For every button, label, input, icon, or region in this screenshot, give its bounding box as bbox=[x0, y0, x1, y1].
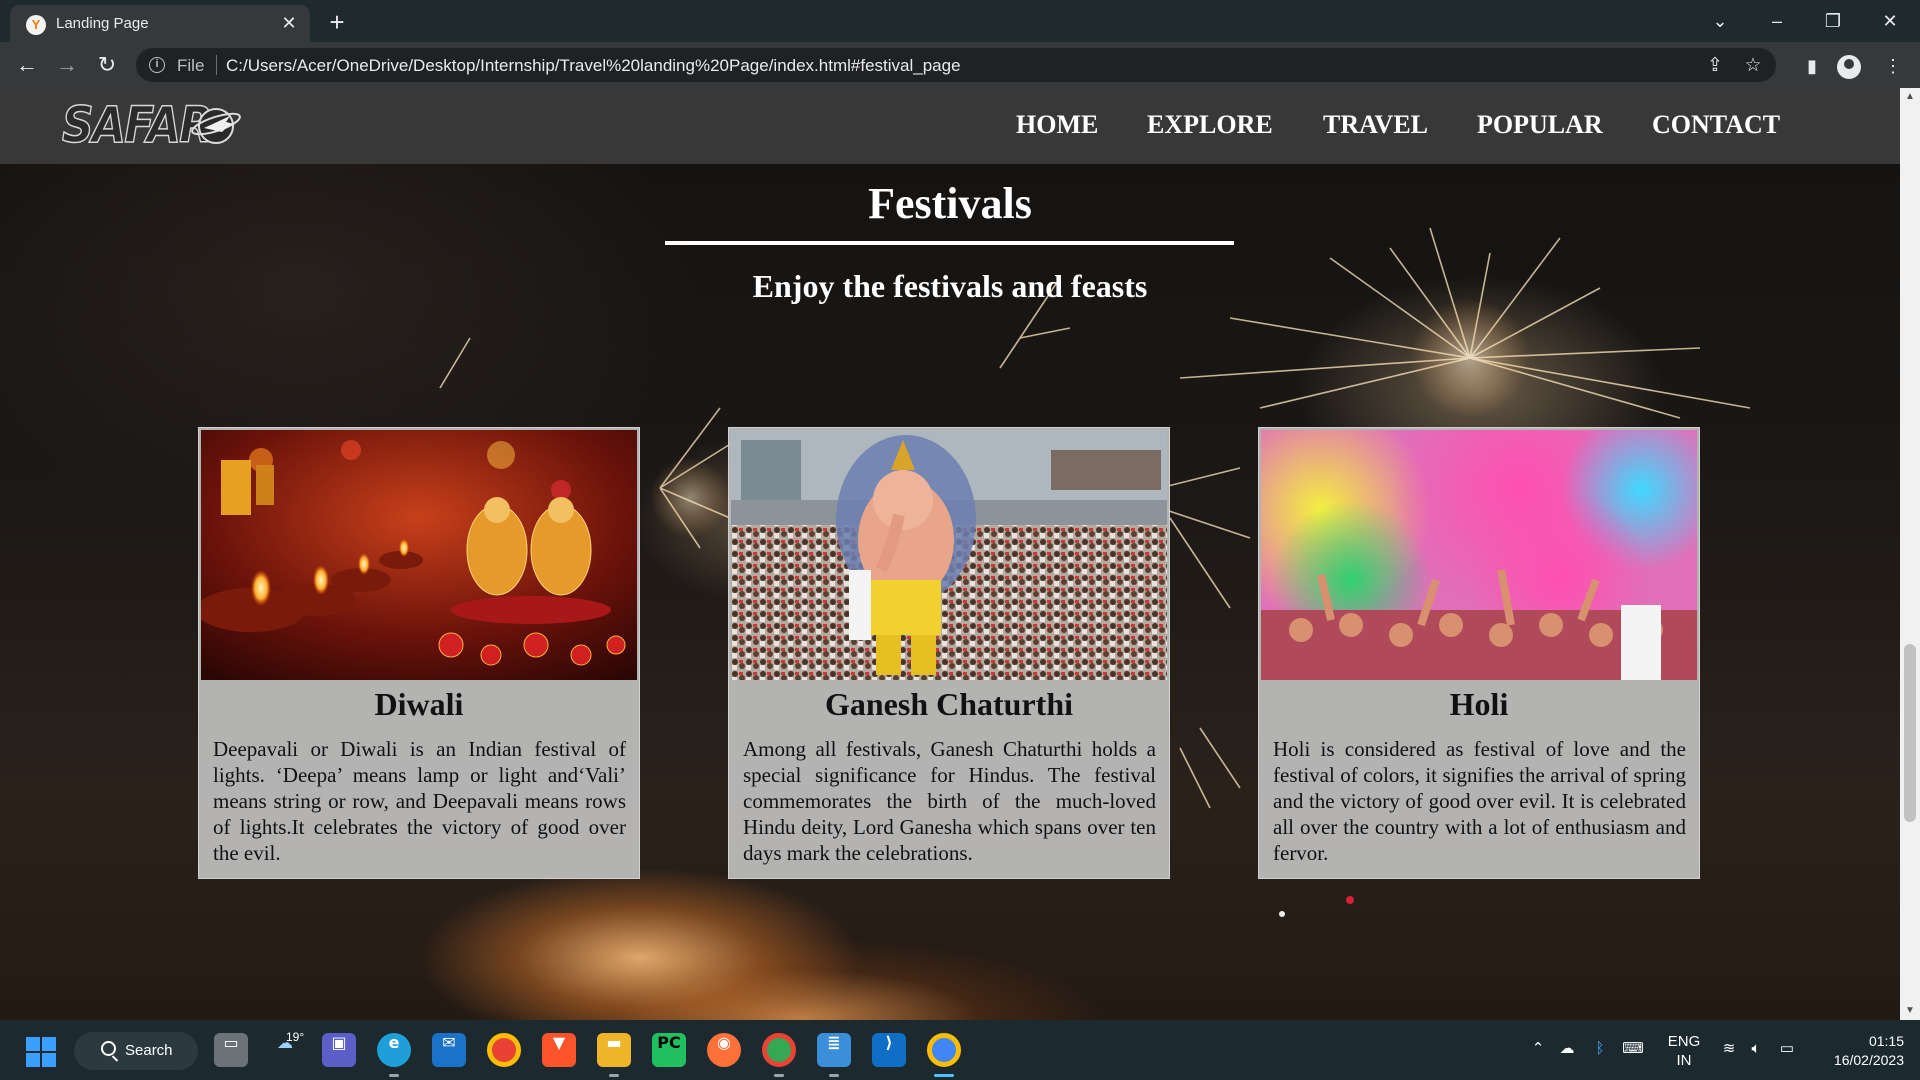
festival-card-diwali: Diwali Deepavali or Diwali is an Indian … bbox=[198, 427, 640, 879]
active-app-indicator bbox=[934, 1074, 954, 1077]
edge-browser-icon[interactable]: e bbox=[377, 1033, 411, 1067]
chrome-icon[interactable] bbox=[487, 1033, 521, 1067]
close-window-button[interactable]: ✕ bbox=[1870, 6, 1910, 36]
profile-avatar[interactable] bbox=[1837, 55, 1861, 79]
site-favicon-icon: Y bbox=[26, 15, 46, 35]
restore-button[interactable]: ❐ bbox=[1813, 6, 1853, 36]
back-arrow-icon[interactable]: ← bbox=[12, 51, 42, 81]
browser-toolbar: ← → ↻ i File C:/Users/Acer/OneDrive/Desk… bbox=[0, 42, 1920, 88]
title-underline bbox=[665, 241, 1234, 245]
search-label: Search bbox=[125, 1042, 173, 1059]
card-description: Holi is considered as festival of love a… bbox=[1273, 737, 1686, 865]
browser-tab-strip: Y Landing Page ✕ + ⌄ – ❐ ✕ bbox=[0, 0, 1920, 42]
new-tab-button[interactable]: + bbox=[323, 8, 351, 36]
section-subtitle: Enjoy the festivals and feasts bbox=[752, 268, 1148, 304]
address-bar[interactable]: i File C:/Users/Acer/OneDrive/Desktop/In… bbox=[136, 48, 1776, 82]
forward-arrow-icon[interactable]: → bbox=[52, 51, 82, 81]
tab-search-chevron-icon[interactable]: ⌄ bbox=[1700, 6, 1740, 36]
brave-browser-icon[interactable]: ▼ bbox=[542, 1033, 576, 1067]
taskbar-search-button[interactable]: Search bbox=[74, 1032, 198, 1070]
windows-taskbar: Search ▭ ☁ 19° ▣ e ✉ ▼ ▬ PC ◉ ≣ ⟩ ⌃ ☁ ᛒ … bbox=[0, 1020, 1920, 1080]
scroll-up-arrow-icon[interactable]: ▲ bbox=[1900, 88, 1920, 106]
mail-icon[interactable]: ✉ bbox=[432, 1033, 466, 1067]
page-scrollbar[interactable]: ▲ ▼ bbox=[1900, 88, 1920, 1020]
card-title: Ganesh Chaturthi bbox=[824, 686, 1074, 722]
section-title: Festivals bbox=[868, 179, 1032, 228]
holi-image bbox=[1261, 430, 1697, 680]
side-panel-icon[interactable]: ▮ bbox=[1797, 51, 1827, 81]
language-code: ENG bbox=[1667, 1033, 1701, 1050]
festival-card-holi: Holi Holi is considered as festival of l… bbox=[1258, 427, 1700, 879]
volume-icon[interactable]: 🔈︎ bbox=[1745, 1038, 1767, 1060]
nav-explore[interactable]: EXPLORE bbox=[1147, 110, 1273, 140]
bluetooth-icon[interactable]: ᛒ bbox=[1589, 1038, 1611, 1060]
notepad-icon[interactable]: ≣ bbox=[817, 1033, 851, 1067]
diwali-image bbox=[201, 430, 637, 680]
pycharm-icon[interactable]: PC bbox=[652, 1033, 686, 1067]
onedrive-cloud-icon[interactable]: ☁ bbox=[1556, 1038, 1578, 1060]
scroll-down-arrow-icon[interactable]: ▼ bbox=[1900, 1002, 1920, 1020]
teams-chat-icon[interactable]: ▣ bbox=[322, 1033, 356, 1067]
task-view-icon[interactable]: ▭ bbox=[214, 1033, 248, 1067]
region-code: IN bbox=[1676, 1052, 1692, 1069]
keyboard-icon[interactable]: ⌨ bbox=[1622, 1038, 1644, 1060]
site-info-icon[interactable]: i bbox=[149, 57, 165, 73]
chrome-profile-icon[interactable] bbox=[762, 1033, 796, 1067]
scrollbar-thumb[interactable] bbox=[1904, 644, 1916, 822]
url-scheme-label: File bbox=[177, 56, 205, 75]
search-icon bbox=[101, 1041, 116, 1056]
nav-contact[interactable]: CONTACT bbox=[1652, 110, 1780, 140]
safar-logo[interactable]: SAFAR bbox=[61, 94, 252, 155]
chrome-active-icon[interactable] bbox=[927, 1033, 961, 1067]
menu-kebab-icon[interactable]: ⋮ bbox=[1878, 51, 1908, 81]
browser-tab[interactable]: Y Landing Page ✕ bbox=[10, 5, 310, 42]
wifi-icon[interactable]: ≋ bbox=[1718, 1038, 1740, 1060]
language-indicator[interactable]: ENG IN bbox=[1664, 1032, 1704, 1070]
weather-temperature: 19° bbox=[286, 1030, 305, 1044]
nav-popular[interactable]: POPULAR bbox=[1477, 110, 1603, 140]
card-title: Holi bbox=[1449, 686, 1509, 722]
card-description: Deepavali or Diwali is an Indian festiva… bbox=[213, 737, 626, 865]
tray-overflow-chevron-icon[interactable]: ⌃ bbox=[1527, 1038, 1549, 1060]
card-description: Among all festivals, Ganesh Chaturthi ho… bbox=[743, 737, 1156, 865]
card-title: Diwali bbox=[374, 686, 464, 722]
url-separator bbox=[216, 55, 217, 75]
vscode-icon[interactable]: ⟩ bbox=[872, 1033, 906, 1067]
ganesh-chaturthi-image bbox=[731, 430, 1167, 680]
running-indicator bbox=[609, 1074, 619, 1077]
bookmark-star-icon[interactable]: ☆ bbox=[1740, 53, 1766, 79]
running-indicator bbox=[774, 1074, 784, 1077]
airplane-globe-icon bbox=[191, 108, 241, 144]
logo-wordmark: SAFAR bbox=[61, 95, 213, 155]
firefox-icon[interactable]: ◉ bbox=[707, 1033, 741, 1067]
file-explorer-icon[interactable]: ▬ bbox=[597, 1033, 631, 1067]
tab-title: Landing Page bbox=[56, 15, 149, 32]
clock-time: 01:15 bbox=[1868, 1033, 1904, 1049]
url-text[interactable]: C:/Users/Acer/OneDrive/Desktop/Internshi… bbox=[226, 56, 961, 76]
festival-card-ganesh-chaturthi: Ganesh Chaturthi Among all festivals, Ga… bbox=[728, 427, 1170, 879]
minimize-button[interactable]: – bbox=[1757, 6, 1797, 36]
nav-home[interactable]: HOME bbox=[1016, 110, 1098, 140]
tab-close-icon[interactable]: ✕ bbox=[278, 12, 300, 34]
running-indicator bbox=[389, 1074, 399, 1077]
share-icon[interactable]: ⇪ bbox=[1702, 53, 1728, 79]
running-indicator bbox=[829, 1074, 839, 1077]
page-viewport: SAFAR HOME EXPLORE TRAVEL POPULAR CONTAC… bbox=[0, 88, 1900, 1020]
site-header: SAFAR HOME EXPLORE TRAVEL POPULAR CONTAC… bbox=[0, 88, 1900, 164]
battery-icon[interactable]: ▭ bbox=[1776, 1038, 1798, 1060]
clock[interactable]: 01:15 16/02/2023 bbox=[1812, 1032, 1904, 1070]
windows-start-icon[interactable] bbox=[26, 1037, 56, 1067]
clock-date: 16/02/2023 bbox=[1833, 1052, 1904, 1068]
nav-travel[interactable]: TRAVEL bbox=[1323, 110, 1428, 140]
reload-icon[interactable]: ↻ bbox=[92, 51, 122, 81]
